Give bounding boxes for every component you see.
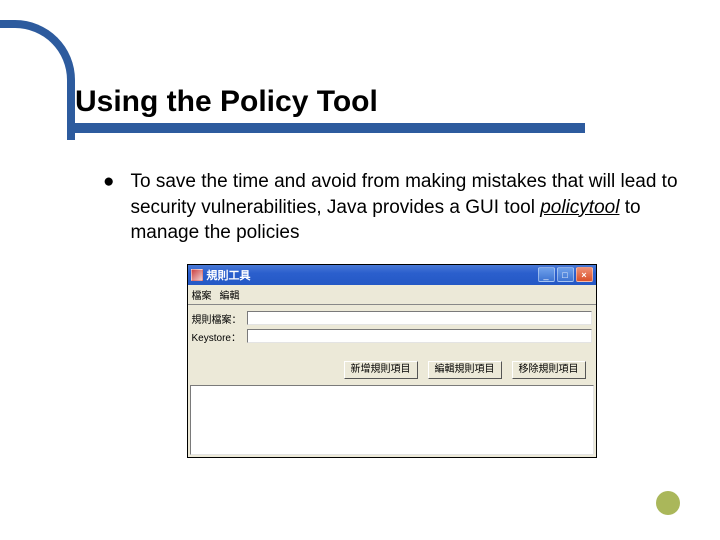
keystore-field[interactable] [247, 329, 592, 343]
bullet-item: ● To save the time and avoid from making… [103, 169, 680, 246]
bullet-marker: ● [103, 169, 114, 246]
minimize-button[interactable]: _ [538, 267, 555, 282]
menu-edit[interactable]: 編輯 [220, 287, 240, 302]
policy-file-label: 規則檔案： [192, 311, 247, 326]
menubar: 檔案 編輯 [188, 285, 596, 305]
slide-body: Using the Policy Tool ● To save the time… [75, 85, 680, 458]
bullet-text: To save the time and avoid from making m… [130, 169, 680, 246]
decorative-swoosh [0, 20, 75, 140]
keystore-row: Keystore： [192, 329, 592, 344]
tool-name-italic: policytool [540, 197, 619, 218]
decorative-dot [656, 491, 680, 515]
form-area: 規則檔案： Keystore： [188, 305, 596, 355]
slide-content: ● To save the time and avoid from making… [75, 169, 680, 458]
button-row: 新增規則項目 編輯規則項目 移除規則項目 [188, 355, 596, 383]
policy-list[interactable] [190, 385, 594, 455]
policy-file-row: 規則檔案： [192, 311, 592, 326]
policy-file-field[interactable] [247, 311, 592, 325]
policytool-window: 規則工具 _ □ × 檔案 編輯 規則檔案： Keystore： [187, 264, 597, 458]
maximize-button[interactable]: □ [557, 267, 574, 282]
add-policy-button[interactable]: 新增規則項目 [344, 361, 418, 379]
app-icon [191, 269, 203, 281]
close-button[interactable]: × [576, 267, 593, 282]
edit-policy-button[interactable]: 編輯規則項目 [428, 361, 502, 379]
remove-policy-button[interactable]: 移除規則項目 [512, 361, 586, 379]
slide-title: Using the Policy Tool [75, 85, 680, 119]
menu-file[interactable]: 檔案 [192, 287, 212, 302]
window-title: 規則工具 [207, 267, 536, 283]
title-underline [75, 123, 585, 133]
titlebar[interactable]: 規則工具 _ □ × [188, 265, 596, 285]
keystore-label: Keystore： [192, 329, 247, 344]
